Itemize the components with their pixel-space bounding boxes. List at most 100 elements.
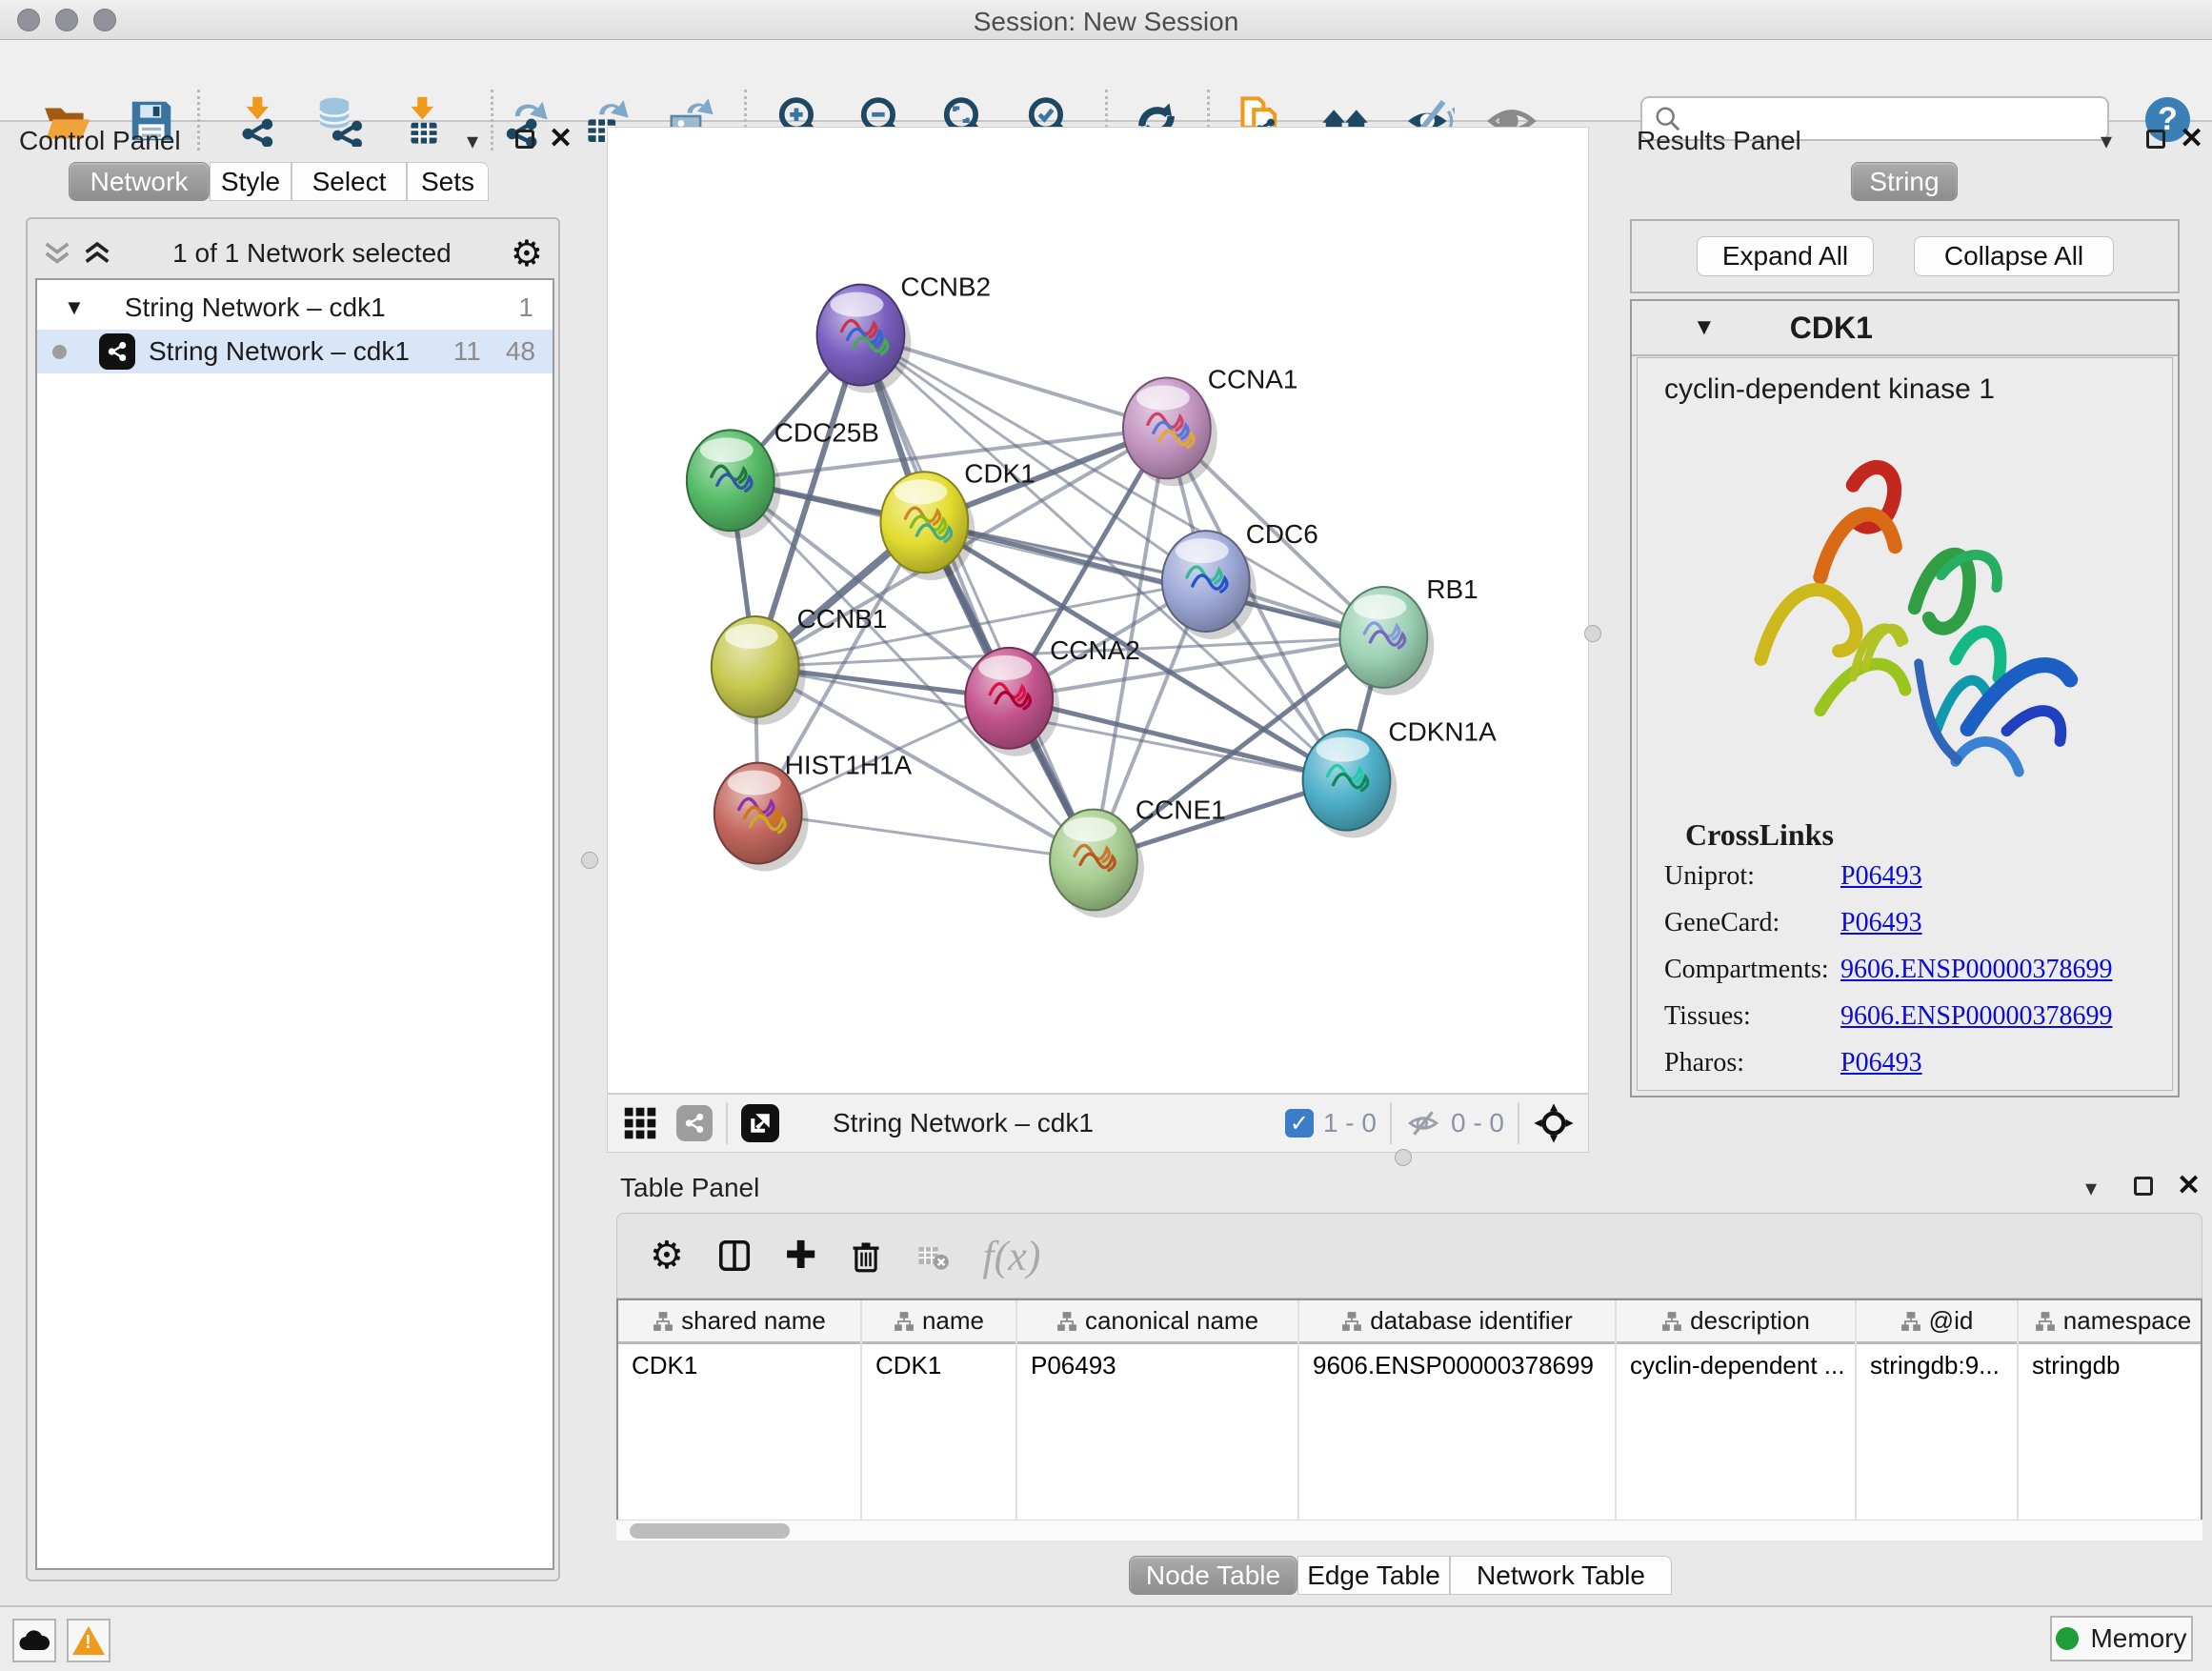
network-view-title: String Network – cdk1 bbox=[833, 1108, 1094, 1138]
collection-label: String Network – cdk1 bbox=[125, 292, 386, 323]
crosslink-value-link[interactable]: P06493 bbox=[1840, 908, 1922, 938]
column-header[interactable]: database identifier bbox=[1299, 1300, 1615, 1344]
node-label: CDKN1A bbox=[1388, 717, 1497, 747]
table-panel: Table Panel ▾ ✕ ⚙ ✚ f(x) shared nameCDK1… bbox=[607, 1167, 2212, 1605]
expand-all-button[interactable]: Expand All bbox=[1697, 236, 1874, 276]
table-options-gear-icon[interactable]: ⚙ bbox=[650, 1234, 684, 1278]
left-splitter-handle[interactable] bbox=[581, 852, 598, 869]
expand-all-chevron-icon[interactable] bbox=[81, 239, 113, 268]
gene-section-header[interactable]: ▼ CDK1 bbox=[1632, 301, 2178, 356]
column-header[interactable]: description bbox=[1617, 1300, 1855, 1344]
column-namespace-icon bbox=[1341, 1311, 1362, 1332]
tab-edge-table[interactable]: Edge Table bbox=[1297, 1556, 1450, 1595]
grid-view-icon[interactable] bbox=[621, 1104, 659, 1142]
title-bar: Session: New Session bbox=[0, 0, 2212, 40]
crosslink-value-link[interactable]: 9606.ENSP00000378699 bbox=[1840, 955, 2112, 985]
network-node-cdkn1a[interactable]: CDKN1A bbox=[1303, 717, 1498, 838]
column-header[interactable]: namespace bbox=[2019, 1300, 2202, 1344]
network-canvas[interactable]: CCNB2CCNA1CDC25BCDK1CDC6RB1CCNB1CCNA2CDK… bbox=[607, 127, 1589, 1094]
crosslinks-list: Uniprot: P06493 GeneCard: P06493 Compart… bbox=[1638, 861, 2172, 1095]
table-panel-float-icon[interactable] bbox=[2134, 1177, 2153, 1196]
network-node-cdc6[interactable]: CDC6 bbox=[1162, 519, 1318, 639]
collapse-all-button[interactable]: Collapse All bbox=[1914, 236, 2114, 276]
crosslink-label: Tissues: bbox=[1664, 1001, 1840, 1032]
crosslinks-heading: CrossLinks bbox=[1685, 817, 1834, 853]
create-column-icon[interactable]: ✚ bbox=[785, 1234, 817, 1278]
results-panel-close-icon[interactable]: ✕ bbox=[2180, 130, 2203, 149]
results-panel-collapse-icon[interactable]: ▾ bbox=[2101, 128, 2112, 155]
control-panel-float-icon[interactable] bbox=[515, 130, 534, 149]
right-splitter-handle[interactable] bbox=[1584, 625, 1601, 642]
tree-expand-triangle-icon[interactable]: ▼ bbox=[64, 295, 85, 320]
tab-node-table[interactable]: Node Table bbox=[1129, 1556, 1297, 1595]
table-cell[interactable]: stringdb bbox=[2019, 1344, 2202, 1386]
memory-status[interactable]: Memory bbox=[2050, 1616, 2193, 1661]
cloud-status-button[interactable] bbox=[12, 1619, 56, 1662]
separator bbox=[726, 1102, 728, 1144]
gene-collapse-triangle-icon[interactable]: ▼ bbox=[1693, 314, 1716, 341]
crosslink-value-link[interactable]: P06493 bbox=[1840, 861, 1922, 892]
crosslink-value-link[interactable]: P06493 bbox=[1840, 1048, 1922, 1078]
table-cell[interactable]: cyclin-dependent ... bbox=[1617, 1344, 1855, 1386]
tab-style[interactable]: Style bbox=[210, 162, 292, 201]
network-node-rb1[interactable]: RB1 bbox=[1339, 574, 1478, 695]
control-panel-title: Control Panel bbox=[19, 126, 181, 156]
tab-string[interactable]: String bbox=[1851, 162, 1958, 201]
crosslink-value-link[interactable]: 9606.ENSP00000378699 bbox=[1840, 1001, 2112, 1032]
table-toolbar: ⚙ ✚ f(x) bbox=[616, 1213, 2202, 1299]
birds-eye-view-icon[interactable] bbox=[1533, 1102, 1575, 1144]
tab-sets[interactable]: Sets bbox=[407, 162, 489, 201]
results-panel-float-icon[interactable] bbox=[2146, 130, 2165, 149]
column-namespace-icon bbox=[1056, 1311, 1077, 1332]
cytoscape-window: { "window": { "title": "Session: New Ses… bbox=[0, 0, 2212, 1671]
node-label: CDC25B bbox=[774, 417, 879, 447]
network-node-hist1h1a[interactable]: HIST1H1A bbox=[714, 751, 913, 872]
scrollbar-thumb[interactable] bbox=[630, 1523, 790, 1539]
hidden-eye-slash-icon bbox=[1405, 1107, 1441, 1139]
table-panel-collapse-icon[interactable]: ▾ bbox=[2085, 1175, 2097, 1202]
open-in-new-window-icon[interactable] bbox=[741, 1104, 779, 1142]
table-panel-close-icon[interactable]: ✕ bbox=[2177, 1177, 2201, 1196]
column-header[interactable]: shared name bbox=[618, 1300, 860, 1344]
main-toolbar: ? bbox=[0, 40, 2212, 122]
network-collection-row[interactable]: ▼ String Network – cdk1 1 bbox=[37, 286, 553, 330]
show-columns-icon[interactable] bbox=[716, 1238, 753, 1274]
table-cell[interactable]: 9606.ENSP00000378699 bbox=[1299, 1344, 1615, 1386]
selected-checkbox-icon[interactable]: ✓ bbox=[1285, 1109, 1314, 1137]
bottom-splitter-handle[interactable] bbox=[1395, 1149, 1412, 1166]
network-share-icon[interactable] bbox=[676, 1105, 713, 1141]
table-cell[interactable]: CDK1 bbox=[862, 1344, 1016, 1386]
warnings-button[interactable] bbox=[67, 1619, 111, 1662]
string-app-icon bbox=[99, 333, 135, 370]
table-cell[interactable]: stringdb:9... bbox=[1857, 1344, 2017, 1386]
string-network-graph[interactable]: CCNB2CCNA1CDC25BCDK1CDC6RB1CCNB1CCNA2CDK… bbox=[608, 128, 1588, 1093]
network-row[interactable]: String Network – cdk1 11 48 bbox=[37, 330, 553, 373]
control-panel-collapse-icon[interactable]: ▾ bbox=[467, 128, 478, 155]
table-cell[interactable]: CDK1 bbox=[618, 1344, 860, 1386]
network-node-ccne1[interactable]: CCNE1 bbox=[1050, 795, 1226, 918]
column-header[interactable]: canonical name bbox=[1017, 1300, 1297, 1344]
tab-network[interactable]: Network bbox=[69, 162, 210, 201]
column-header[interactable]: @id bbox=[1857, 1300, 2017, 1344]
gene-description: cyclin-dependent kinase 1 bbox=[1664, 373, 2172, 406]
function-builder-icon[interactable]: f(x) bbox=[982, 1232, 1040, 1280]
column-namespace-icon bbox=[894, 1311, 915, 1332]
tab-network-table[interactable]: Network Table bbox=[1450, 1556, 1672, 1595]
crosslink-row: Uniprot: P06493 bbox=[1664, 861, 2172, 892]
delete-column-trash-icon[interactable] bbox=[849, 1238, 883, 1274]
table-horizontal-scrollbar[interactable] bbox=[616, 1520, 2202, 1540]
column-namespace-icon bbox=[1661, 1311, 1682, 1332]
control-panel-close-icon[interactable]: ✕ bbox=[549, 130, 573, 149]
tab-select[interactable]: Select bbox=[292, 162, 407, 201]
network-options-gear-icon[interactable]: ⚙ bbox=[511, 232, 543, 275]
control-panel: Control Panel ▾ ✕ Network Style Select S… bbox=[10, 124, 567, 1600]
collapse-all-chevron-icon[interactable] bbox=[41, 239, 73, 268]
crosslink-label: Uniprot: bbox=[1664, 861, 1840, 892]
delete-table-icon[interactable] bbox=[915, 1238, 950, 1273]
separator bbox=[1390, 1102, 1392, 1144]
column-header[interactable]: name bbox=[862, 1300, 1016, 1344]
table-cell[interactable]: P06493 bbox=[1017, 1344, 1297, 1386]
network-edge[interactable] bbox=[860, 335, 1094, 860]
network-node-ccnb1[interactable]: CCNB1 bbox=[712, 604, 888, 725]
control-panel-tabs: Network Style Select Sets bbox=[69, 162, 489, 201]
